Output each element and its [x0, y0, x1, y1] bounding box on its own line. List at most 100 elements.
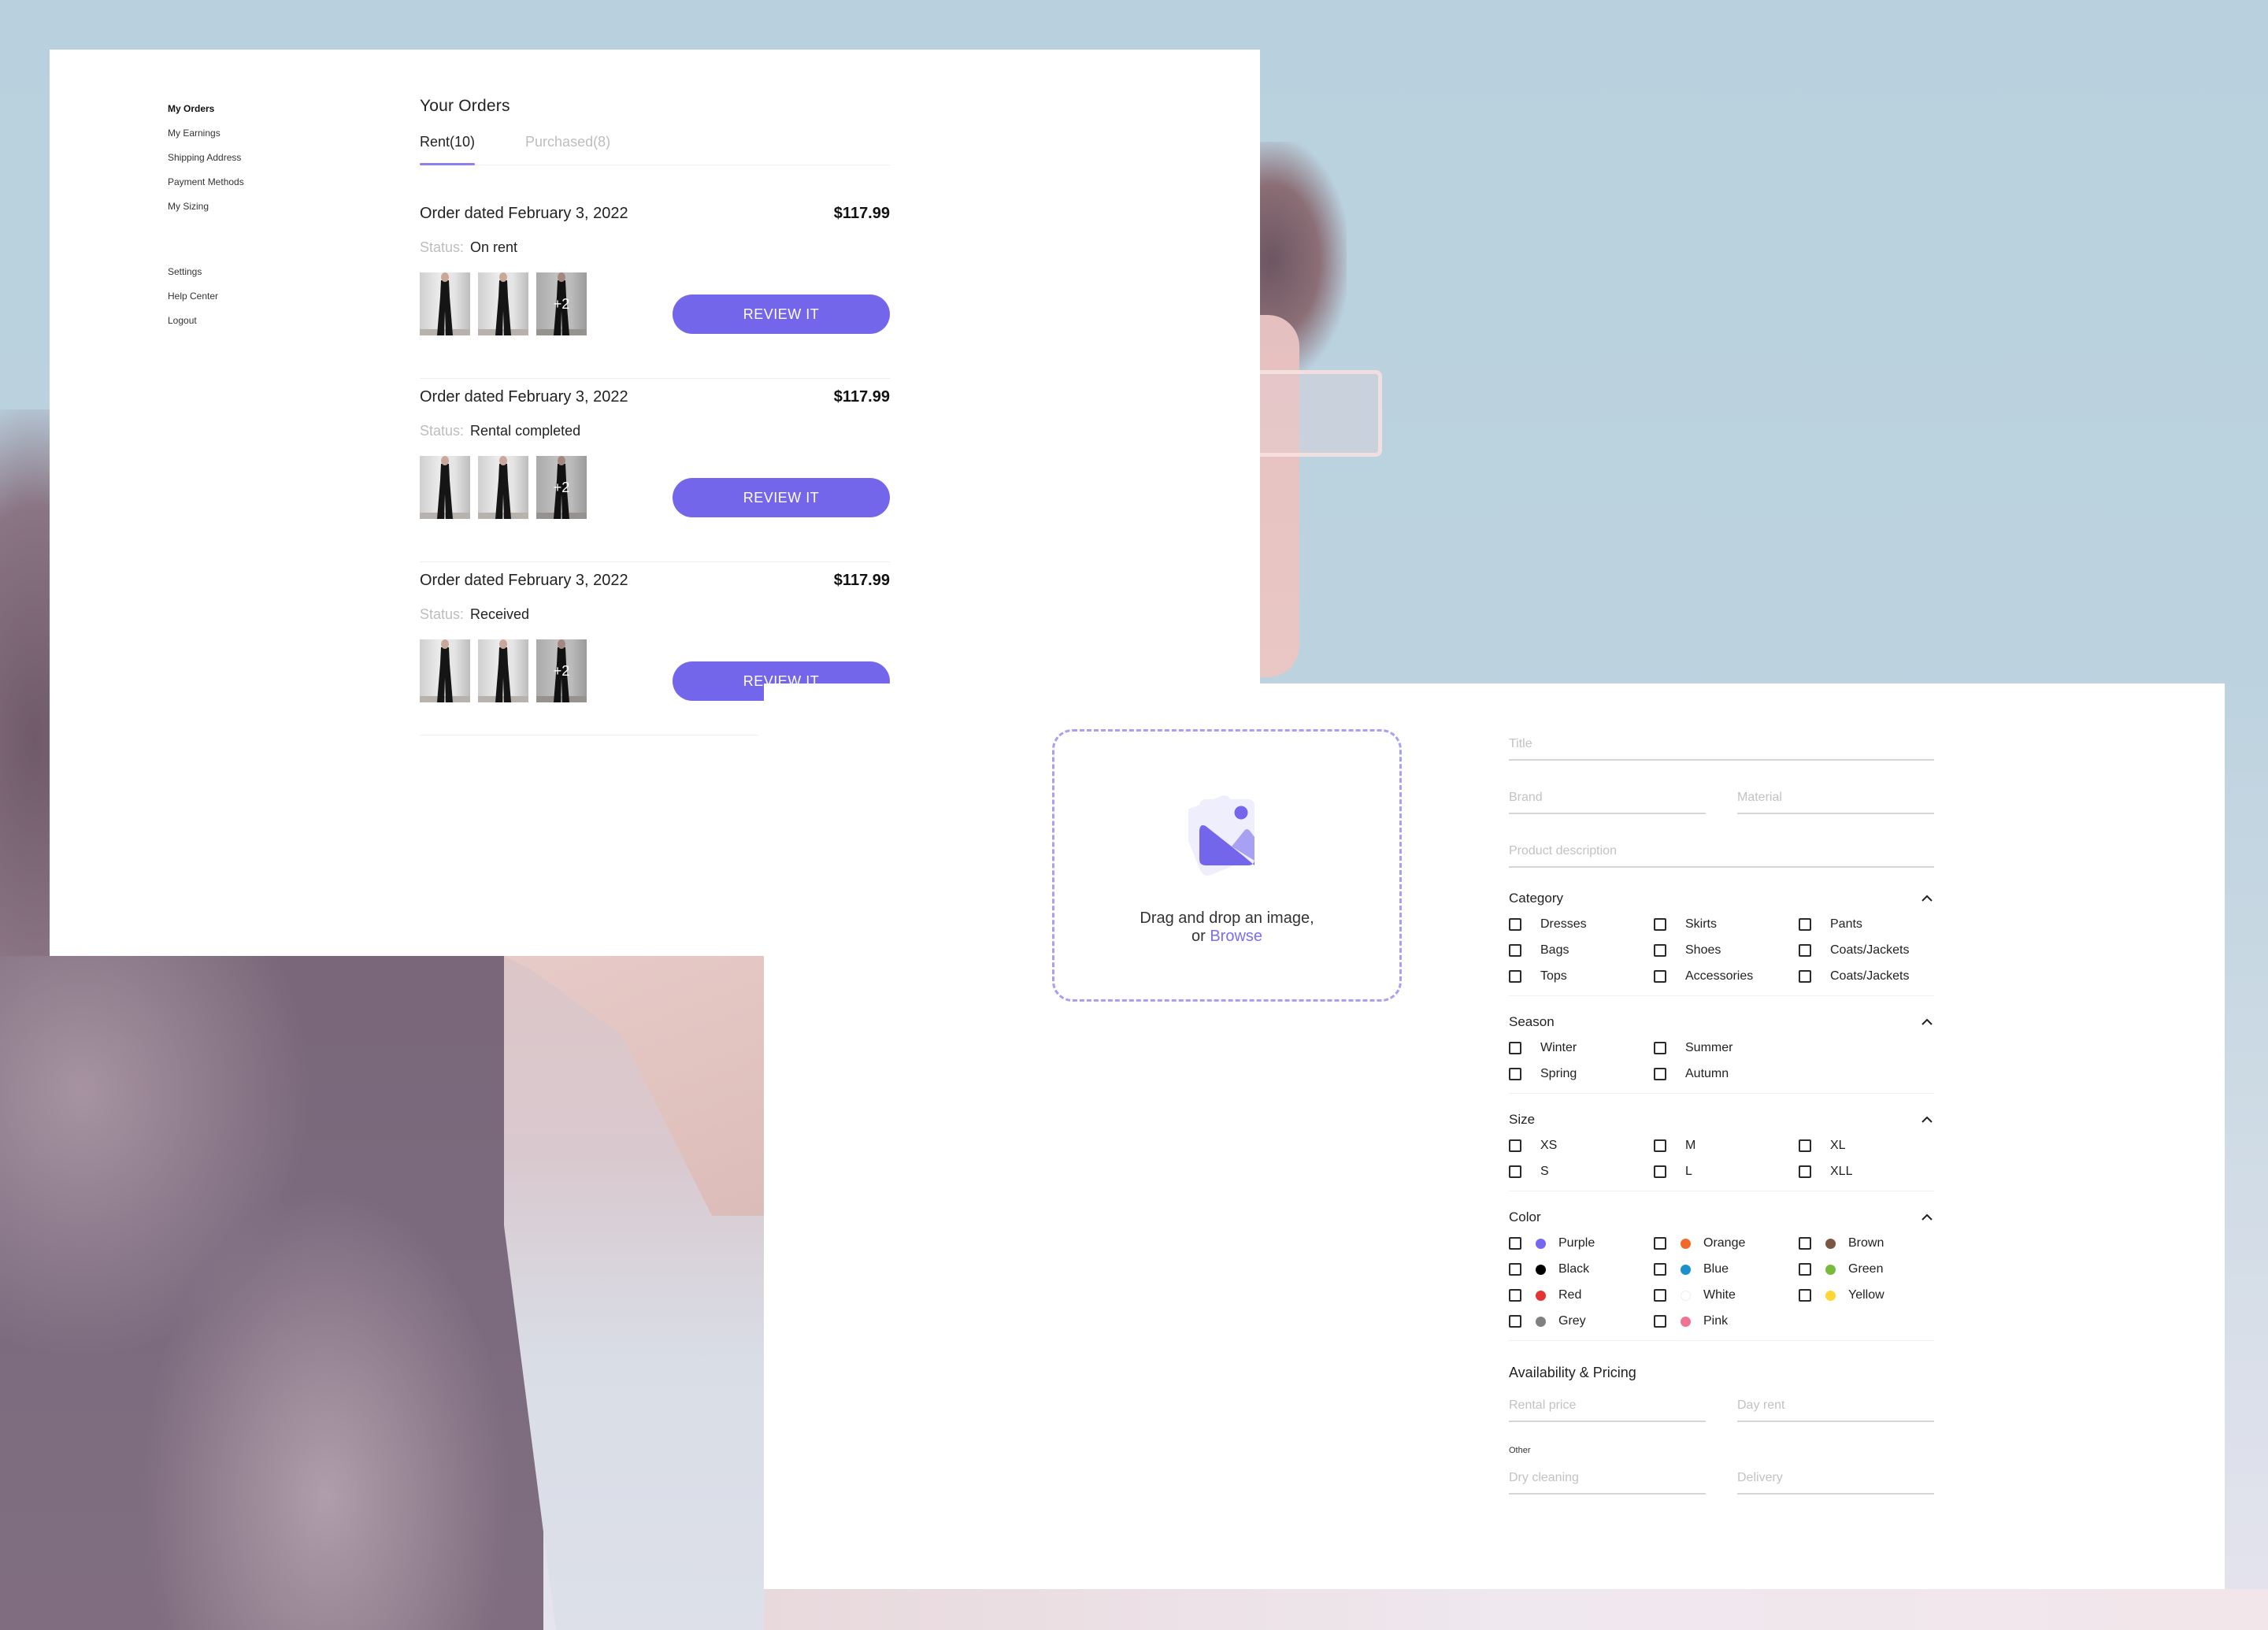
- checkbox[interactable]: [1799, 1139, 1811, 1152]
- day-rent-input[interactable]: [1737, 1392, 1934, 1419]
- checkbox-color-purple[interactable]: Purple: [1509, 1234, 1654, 1253]
- checkbox-tops[interactable]: Tops: [1509, 967, 1654, 986]
- checkbox[interactable]: [1509, 1165, 1521, 1178]
- checkbox-winter[interactable]: Winter: [1509, 1039, 1654, 1058]
- checkbox[interactable]: [1799, 1289, 1811, 1302]
- checkbox[interactable]: [1799, 918, 1811, 931]
- material-input[interactable]: [1737, 784, 1934, 811]
- checkbox[interactable]: [1654, 1165, 1666, 1178]
- checkbox[interactable]: [1509, 1068, 1521, 1080]
- checkbox-bags[interactable]: Bags: [1509, 941, 1654, 960]
- checkbox[interactable]: [1509, 1139, 1521, 1152]
- product-thumbnail-more[interactable]: +2: [536, 456, 587, 519]
- checkbox[interactable]: [1654, 970, 1666, 983]
- title-input[interactable]: [1509, 731, 1934, 758]
- checkbox-shoes[interactable]: Shoes: [1654, 941, 1799, 960]
- checkbox[interactable]: [1509, 1042, 1521, 1054]
- checkbox[interactable]: [1654, 1042, 1666, 1054]
- checkbox-color-green[interactable]: Green: [1799, 1260, 1934, 1279]
- checkbox[interactable]: [1654, 1237, 1666, 1250]
- checkbox-color-pink[interactable]: Pink: [1654, 1312, 1799, 1331]
- chevron-up-icon[interactable]: [1920, 1113, 1934, 1127]
- category-header[interactable]: Category: [1509, 887, 1934, 910]
- checkbox-size-m[interactable]: M: [1654, 1136, 1799, 1155]
- checkbox[interactable]: [1799, 970, 1811, 983]
- checkbox-autumn[interactable]: Autumn: [1654, 1065, 1799, 1084]
- size-header[interactable]: Size: [1509, 1108, 1934, 1132]
- checkbox-skirts[interactable]: Skirts: [1654, 915, 1799, 934]
- checkbox[interactable]: [1509, 1289, 1521, 1302]
- checkbox-accessories[interactable]: Accessories: [1654, 967, 1799, 986]
- brand-input[interactable]: [1509, 784, 1706, 811]
- more-items-count: +2: [536, 456, 587, 519]
- sidebar-item-payment-methods[interactable]: Payment Methods: [168, 176, 244, 188]
- checkbox[interactable]: [1654, 1289, 1666, 1302]
- sidebar-item-shipping-address[interactable]: Shipping Address: [168, 152, 244, 164]
- review-it-button[interactable]: REVIEW IT: [673, 478, 890, 517]
- checkbox-summer[interactable]: Summer: [1654, 1039, 1799, 1058]
- checkbox[interactable]: [1799, 944, 1811, 957]
- product-thumbnail[interactable]: [478, 272, 528, 335]
- rental-price-input[interactable]: [1509, 1392, 1706, 1419]
- checkbox-color-blue[interactable]: Blue: [1654, 1260, 1799, 1279]
- color-header[interactable]: Color: [1509, 1206, 1934, 1229]
- checkbox-dresses[interactable]: Dresses: [1509, 915, 1654, 934]
- delivery-input[interactable]: [1737, 1465, 1934, 1491]
- checkbox[interactable]: [1509, 944, 1521, 957]
- checkbox-spring[interactable]: Spring: [1509, 1065, 1654, 1084]
- checkbox[interactable]: [1509, 1237, 1521, 1250]
- checkbox[interactable]: [1799, 1237, 1811, 1250]
- sidebar-item-my-sizing[interactable]: My Sizing: [168, 201, 244, 213]
- checkbox-color-brown[interactable]: Brown: [1799, 1234, 1934, 1253]
- checkbox[interactable]: [1509, 970, 1521, 983]
- checkbox[interactable]: [1654, 918, 1666, 931]
- checkbox[interactable]: [1654, 1263, 1666, 1276]
- checkbox-coats-jackets-2[interactable]: Coats/Jackets: [1799, 967, 1934, 986]
- tab-purchased[interactable]: Purchased(8): [525, 133, 610, 165]
- checkbox[interactable]: [1654, 1139, 1666, 1152]
- product-thumbnail[interactable]: [420, 272, 470, 335]
- checkbox-color-orange[interactable]: Orange: [1654, 1234, 1799, 1253]
- chevron-up-icon[interactable]: [1920, 1210, 1934, 1224]
- review-it-button[interactable]: REVIEW IT: [673, 295, 890, 334]
- checkbox-color-yellow[interactable]: Yellow: [1799, 1286, 1934, 1305]
- checkbox-size-l[interactable]: L: [1654, 1162, 1799, 1181]
- product-thumbnail[interactable]: [420, 639, 470, 702]
- product-description-input[interactable]: [1509, 838, 1934, 865]
- chevron-up-icon[interactable]: [1920, 891, 1934, 906]
- checkbox-size-xs[interactable]: XS: [1509, 1136, 1654, 1155]
- image-dropzone[interactable]: Drag and drop an image, or Browse: [1052, 729, 1402, 1002]
- checkbox[interactable]: [1509, 918, 1521, 931]
- checkbox-size-xl[interactable]: XL: [1799, 1136, 1934, 1155]
- checkbox-pants[interactable]: Pants: [1799, 915, 1934, 934]
- checkbox-color-white[interactable]: White: [1654, 1286, 1799, 1305]
- chevron-up-icon[interactable]: [1920, 1015, 1934, 1029]
- checkbox-coats-jackets[interactable]: Coats/Jackets: [1799, 941, 1934, 960]
- checkbox-size-xll[interactable]: XLL: [1799, 1162, 1934, 1181]
- tab-rent[interactable]: Rent(10): [420, 133, 476, 165]
- product-thumbnail[interactable]: [478, 639, 528, 702]
- sidebar-item-logout[interactable]: Logout: [168, 315, 244, 327]
- sidebar-item-settings[interactable]: Settings: [168, 266, 244, 278]
- checkbox[interactable]: [1654, 1068, 1666, 1080]
- product-thumbnail-more[interactable]: +2: [536, 272, 587, 335]
- product-thumbnail-more[interactable]: +2: [536, 639, 587, 702]
- browse-link[interactable]: Browse: [1210, 928, 1262, 945]
- checkbox-color-black[interactable]: Black: [1509, 1260, 1654, 1279]
- sidebar-item-help-center[interactable]: Help Center: [168, 291, 244, 302]
- dry-cleaning-input[interactable]: [1509, 1465, 1706, 1491]
- sidebar-item-my-earnings[interactable]: My Earnings: [168, 128, 244, 139]
- checkbox-color-grey[interactable]: Grey: [1509, 1312, 1654, 1331]
- checkbox[interactable]: [1654, 1315, 1666, 1328]
- season-header[interactable]: Season: [1509, 1010, 1934, 1034]
- checkbox[interactable]: [1654, 944, 1666, 957]
- checkbox-size-s[interactable]: S: [1509, 1162, 1654, 1181]
- checkbox-color-red[interactable]: Red: [1509, 1286, 1654, 1305]
- product-thumbnail[interactable]: [478, 456, 528, 519]
- checkbox[interactable]: [1799, 1263, 1811, 1276]
- checkbox[interactable]: [1509, 1263, 1521, 1276]
- checkbox[interactable]: [1509, 1315, 1521, 1328]
- product-thumbnail[interactable]: [420, 456, 470, 519]
- checkbox[interactable]: [1799, 1165, 1811, 1178]
- sidebar-item-my-orders[interactable]: My Orders: [168, 103, 244, 115]
